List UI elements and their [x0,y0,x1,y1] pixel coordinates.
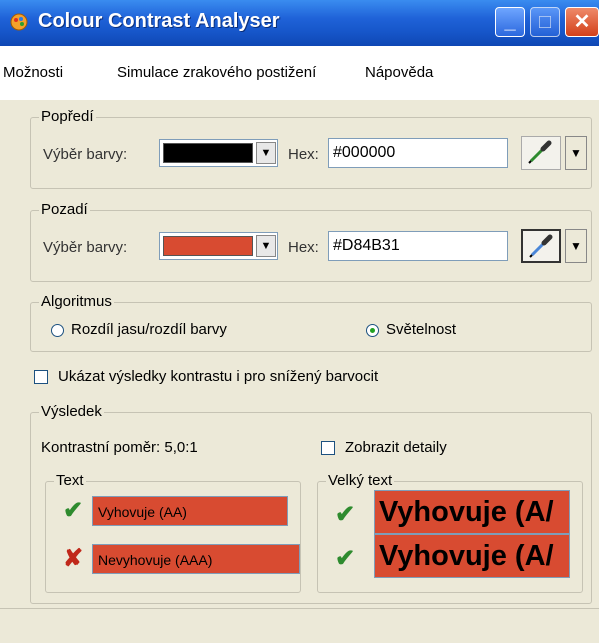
close-icon: ✕ [573,11,591,33]
cross-icon: ✘ [63,545,84,572]
algorithm-option-brightness[interactable]: Rozdíl jasu/rozdíl barvy [71,321,227,338]
app-logo-icon [10,13,28,31]
background-color-swatch [163,236,253,256]
show-reduced-label[interactable]: Ukázat výsledky kontrastu i pro snížený … [58,368,378,385]
foreground-color-label: Výběr barvy: [43,146,128,163]
menu-help[interactable]: Nápověda [365,64,433,81]
background-color-label: Výběr barvy: [43,239,128,256]
close-button[interactable]: ✕ [565,7,599,37]
large-aa-result-sample: Vyhovuje (A/ [374,490,570,534]
aaa-result-label: Nevyhovuje (AAA) [98,552,213,568]
foreground-hex-label: Hex: [288,146,319,163]
status-bar [0,608,599,643]
maximize-button[interactable]: □ [530,7,560,37]
text-result-legend: Text [54,472,86,489]
large-text-result-group: Velký text ✔ Vyhovuje (A/ ✔ Vyhovuje (A/ [317,472,583,593]
menu-options[interactable]: Možnosti [3,64,63,81]
minimize-icon: _ [504,11,516,33]
aaa-result-sample: Nevyhovuje (AAA) [92,544,300,574]
show-details-checkbox[interactable] [321,441,335,455]
background-color-select[interactable]: ▼ [159,232,278,260]
check-icon: ✔ [335,501,356,528]
large-text-result-legend: Velký text [326,472,395,489]
title-bar[interactable]: Colour Contrast Analyser _ □ ✕ [0,0,599,46]
background-hex-label: Hex: [288,239,319,256]
foreground-hex-input[interactable]: #000000 [328,138,508,168]
algorithm-legend: Algoritmus [39,293,114,310]
aa-result-sample: Vyhovuje (AA) [92,496,288,526]
algorithm-option-luminosity[interactable]: Světelnost [386,321,456,338]
window-title: Colour Contrast Analyser [38,10,280,32]
foreground-color-select[interactable]: ▼ [159,139,278,167]
foreground-group: Popředí Výběr barvy: ▼ Hex: #000000 ▼ [30,108,592,189]
algorithm-radio-brightness[interactable] [51,324,64,337]
foreground-eyedropper-menu[interactable]: ▼ [565,136,587,170]
background-legend: Pozadí [39,201,90,218]
algorithm-group: Algoritmus Rozdíl jasu/rozdíl barvy Svět… [30,293,592,352]
foreground-legend: Popředí [39,108,96,125]
background-group: Pozadí Výběr barvy: ▼ Hex: #D84B31 ▼ [30,201,592,282]
eyedropper-icon [529,234,553,258]
foreground-color-swatch [163,143,253,163]
result-group: Výsledek Kontrastní poměr: 5,0:1 Zobrazi… [30,403,592,604]
text-result-group: Text ✔ Vyhovuje (AA) ✘ Nevyhovuje (AAA) [45,472,301,593]
check-icon: ✔ [63,497,84,524]
maximize-icon: □ [538,11,552,33]
large-aa-result-label: Vyhovuje (A/ [379,496,554,528]
foreground-eyedropper-button[interactable] [521,136,561,170]
minimize-button[interactable]: _ [495,7,525,37]
menu-vision-simulation[interactable]: Simulace zrakového postižení [117,64,316,81]
background-hex-input[interactable]: #D84B31 [328,231,508,261]
app-window: Colour Contrast Analyser _ □ ✕ Možnosti … [0,0,599,643]
show-details-label[interactable]: Zobrazit detaily [345,439,447,456]
contrast-ratio: Kontrastní poměr: 5,0:1 [41,439,198,456]
background-eyedropper-menu[interactable]: ▼ [565,229,587,263]
menu-bar: Možnosti Simulace zrakového postižení Ná… [0,46,599,100]
eyedropper-icon [528,140,552,164]
show-reduced-checkbox[interactable] [34,370,48,384]
large-aaa-result-sample: Vyhovuje (A/ [374,534,570,578]
result-legend: Výsledek [39,403,104,420]
large-aaa-result-label: Vyhovuje (A/ [379,540,554,572]
chevron-down-icon[interactable]: ▼ [256,235,276,257]
background-eyedropper-button[interactable] [521,229,561,263]
chevron-down-icon[interactable]: ▼ [256,142,276,164]
check-icon: ✔ [335,545,356,572]
algorithm-radio-luminosity[interactable] [366,324,379,337]
aa-result-label: Vyhovuje (AA) [98,504,187,520]
